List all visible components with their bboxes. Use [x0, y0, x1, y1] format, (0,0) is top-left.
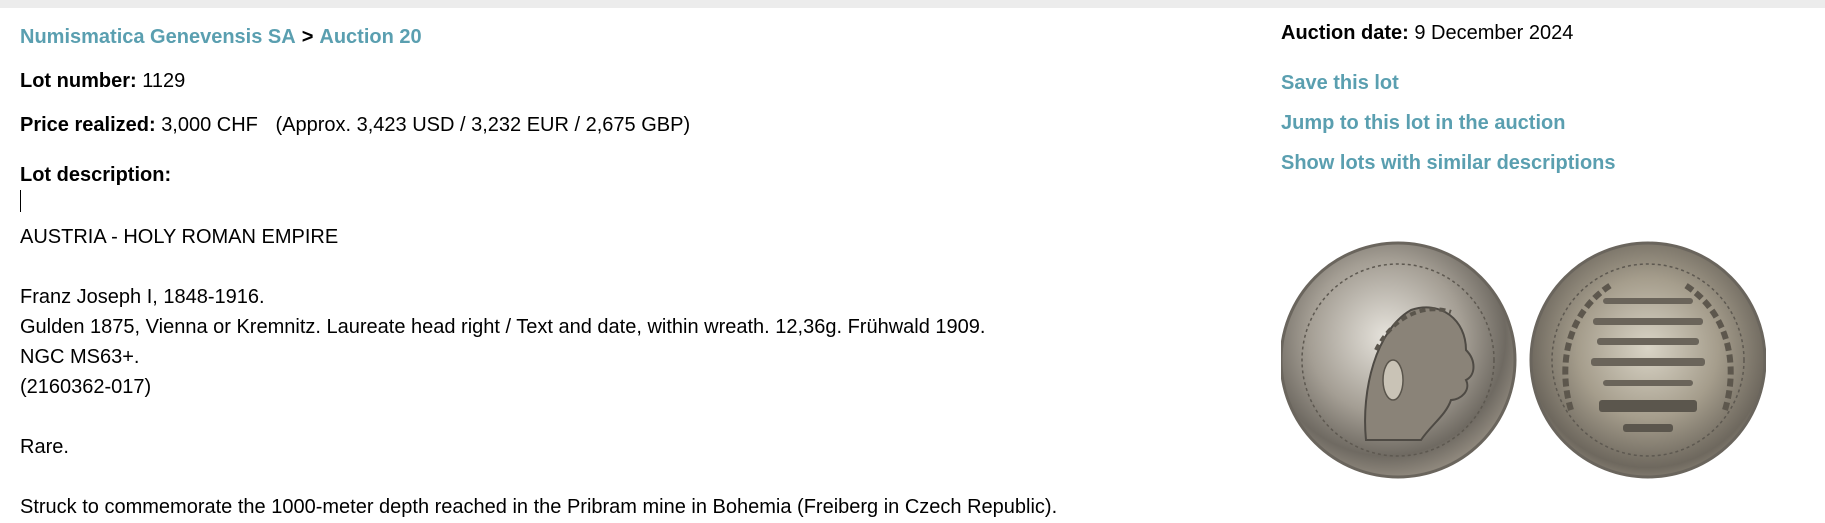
- lot-number-value: 1129: [142, 70, 186, 92]
- auction-date-label: Auction date:: [1281, 22, 1409, 44]
- lot-page: Numismatica Genevensis SA > Auction 20 Lot…: [0, 8, 1825, 523]
- breadcrumb-auction-house-link[interactable]: Numismatica Genevensis SA: [20, 26, 296, 48]
- coin-reverse: [1529, 241, 1766, 479]
- lot-number: Lot number: 1129: [20, 66, 185, 96]
- jump-to-lot-link[interactable]: Jump to this lot in the auction: [1281, 112, 1565, 135]
- description-line: (2160362-017): [20, 376, 152, 398]
- breadcrumb: Numismatica Genevensis SA > Auction 20: [20, 22, 422, 52]
- price-approx: (Approx. 3,423 USD / 3,232 EUR / 2,675 G…: [275, 114, 691, 136]
- description-line: Struck to commemorate the 1000-meter dep…: [20, 496, 1058, 518]
- lot-description-label: Lot description:: [20, 164, 172, 186]
- auction-date: Auction date: 9 December 2024: [1281, 22, 1573, 45]
- lot-description-heading: Lot description:: [20, 160, 171, 190]
- lot-number-label: Lot number:: [20, 70, 137, 92]
- breadcrumb-auction-link[interactable]: Auction 20: [319, 26, 421, 48]
- coin-obverse: [1281, 241, 1517, 479]
- description-line: Franz Joseph I, 1848-1916.: [20, 286, 265, 308]
- price-realized-value: 3,000 CHF: [161, 114, 258, 136]
- breadcrumb-separator: >: [301, 26, 314, 48]
- price-realized: Price realized: 3,000 CHF (Approx. 3,423…: [20, 110, 690, 140]
- description-line: Rare.: [20, 436, 69, 458]
- coin-image[interactable]: [1281, 240, 1766, 485]
- auction-date-value: 9 December 2024: [1414, 22, 1574, 44]
- description-line: AUSTRIA - HOLY ROMAN EMPIRE: [20, 226, 339, 248]
- price-realized-label: Price realized:: [20, 114, 156, 136]
- description-line: NGC MS63+.: [20, 346, 140, 368]
- description-line: Gulden 1875, Vienna or Kremnitz. Laureat…: [20, 316, 986, 338]
- text-cursor: [20, 190, 21, 212]
- similar-lots-link[interactable]: Show lots with similar descriptions: [1281, 152, 1616, 175]
- save-lot-link[interactable]: Save this lot: [1281, 72, 1399, 95]
